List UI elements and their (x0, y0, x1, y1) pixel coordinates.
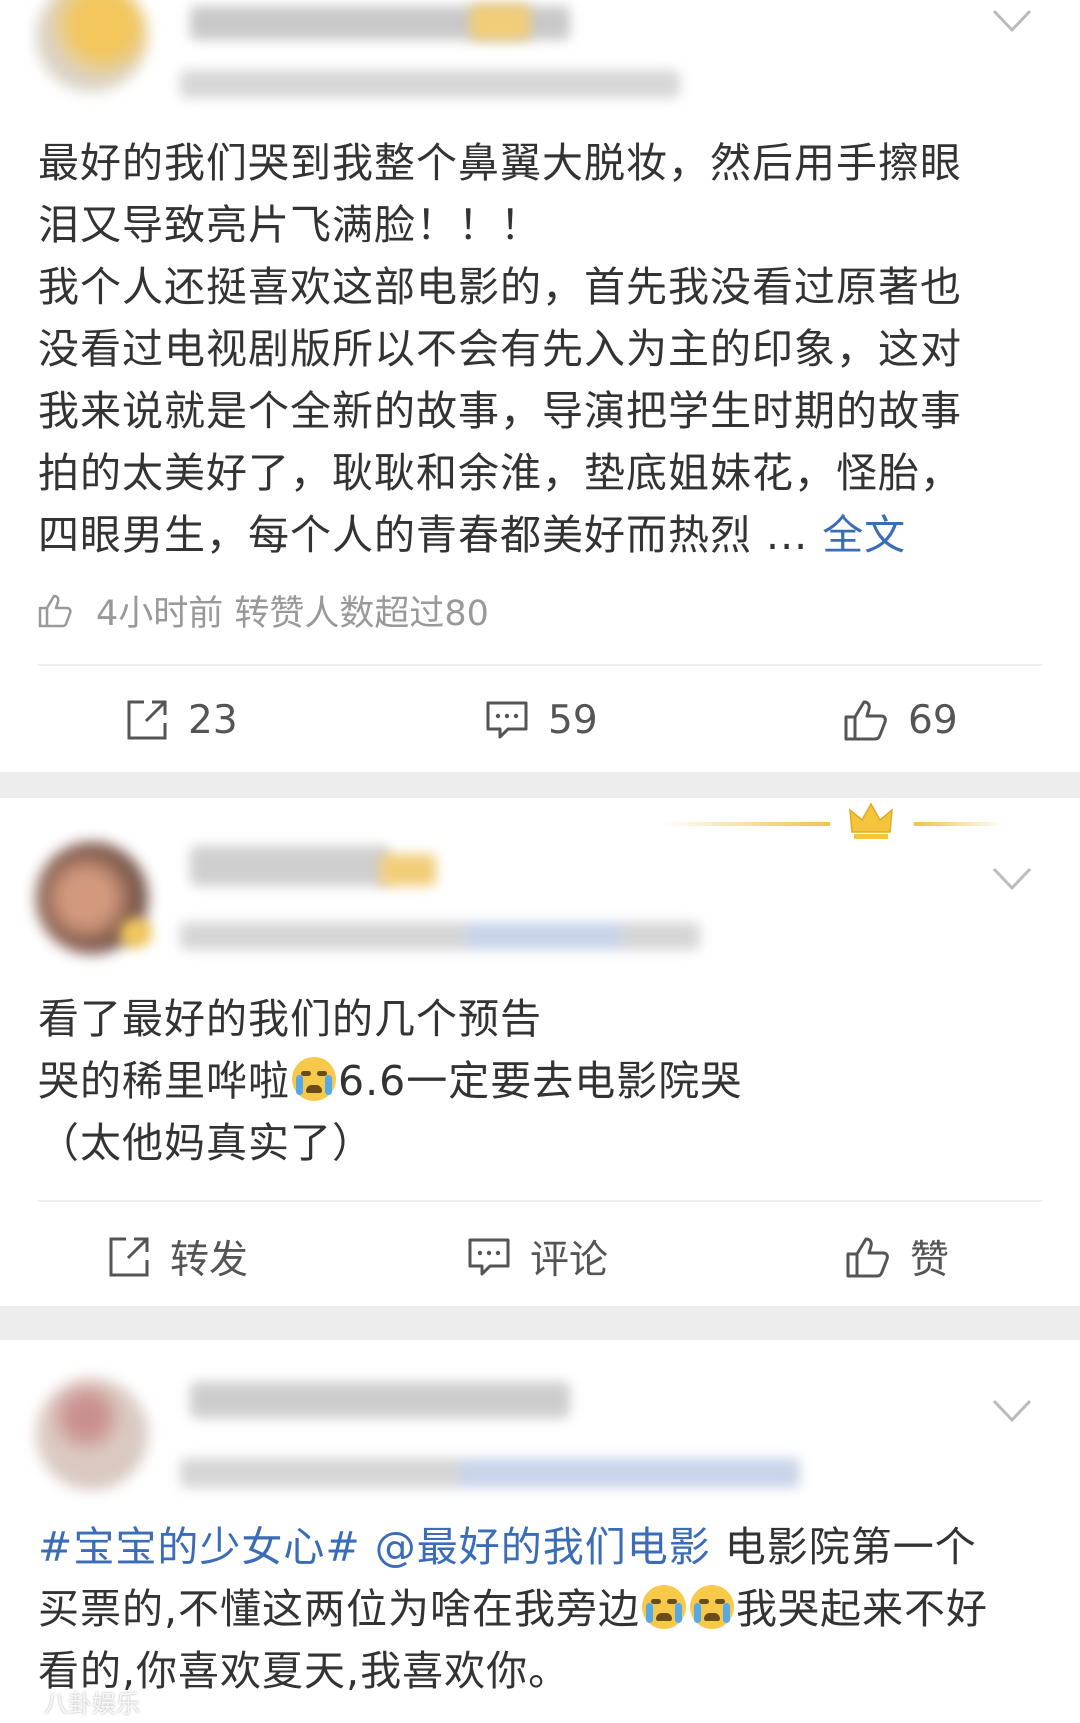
action-bar: 23 59 69 (0, 675, 1080, 765)
post-text-line: 哭的稀里哗啦 6.6一定要去电影院哭 (38, 1050, 1038, 1112)
like-button[interactable]: 69 (842, 675, 958, 765)
post-text-line: 没看过电视剧版所以不会有先入为主的印象，这对 (38, 325, 962, 373)
repost-icon (109, 1237, 149, 1277)
crying-emoji-icon (292, 1057, 336, 1101)
repost-count: 23 (188, 697, 238, 743)
repost-icon (127, 700, 167, 740)
post-text-segment: 电影院第一个 (710, 1523, 977, 1571)
read-more-link[interactable]: 全文 (822, 511, 906, 559)
repost-button[interactable]: 23 (124, 675, 238, 765)
like-button[interactable]: 赞 (844, 1212, 949, 1302)
post-source-blurred (180, 922, 700, 950)
divider (38, 664, 1042, 666)
like-count: 69 (908, 697, 958, 743)
post-3: #宝宝的少女心# @最好的我们电影 电影院第一个 买票的,不懂这两位为啥在我旁边… (0, 1340, 1080, 1723)
like-icon (844, 700, 887, 741)
post-body: 看了最好的我们的几个预告 哭的稀里哗啦 6.6一定要去电影院哭 （太他妈真实了） (38, 988, 1038, 1174)
like-label: 赞 (910, 1238, 950, 1283)
post-text-line: 买票的,不懂这两位为啥在我旁边 我哭起来不好 (38, 1578, 1038, 1640)
vip-badge-blurred (120, 918, 152, 948)
post-text-line-end: 四眼男生，每个人的青春都美好而热烈 ... (38, 511, 809, 559)
comment-button[interactable]: 评论 (466, 1212, 608, 1302)
post-text-line: （太他妈真实了） (38, 1119, 374, 1167)
comment-icon (486, 701, 528, 739)
post-body: #宝宝的少女心# @最好的我们电影 电影院第一个 买票的,不懂这两位为啥在我旁边… (38, 1516, 1038, 1702)
post-text-segment: 6.6一定要去电影院哭 (338, 1057, 743, 1105)
post-text-line: 我个人还挺喜欢这部电影的，首先我没看过原著也 (38, 263, 962, 311)
repost-label: 转发 (170, 1238, 249, 1283)
watermark-logo-icon (7, 1692, 37, 1711)
post-source-blurred (180, 70, 680, 98)
like-icon[interactable] (36, 590, 76, 630)
hashtag-link[interactable]: #宝宝的少女心# (38, 1523, 361, 1571)
post-meta-text: 4小时前 转赞人数超过80 (96, 593, 489, 634)
laugh-cry-emoji-icon (690, 1585, 735, 1629)
post-text-line: 最好的我们哭到我整个鼻翼大脱妆，然后用手擦眼 (38, 139, 962, 187)
comment-count: 59 (548, 697, 598, 743)
post-text-line: 泪又导致亮片飞满脸！！！ (38, 201, 542, 249)
feed-separator (0, 1306, 1080, 1340)
like-icon (846, 1237, 889, 1278)
mention-link[interactable]: @最好的我们电影 (375, 1523, 711, 1571)
post-1: 最好的我们哭到我整个鼻翼大脱妆，然后用手擦眼 泪又导致亮片飞满脸！！！ 我个人还… (0, 0, 1080, 772)
divider (38, 1200, 1042, 1202)
post-text-line: 四眼男生，每个人的青春都美好而热烈 ... 全文 (38, 504, 1038, 566)
avatar[interactable] (36, 1378, 148, 1490)
chevron-down-icon[interactable] (992, 8, 1032, 34)
action-bar: 转发 评论 赞 (0, 1212, 1080, 1302)
repost-button[interactable]: 转发 (106, 1212, 248, 1302)
username-blurred[interactable] (190, 1382, 570, 1418)
post-source-blurred (180, 1458, 800, 1488)
chevron-down-icon[interactable] (992, 1398, 1032, 1424)
post-2: 看了最好的我们的几个预告 哭的稀里哗啦 6.6一定要去电影院哭 （太他妈真实了） … (0, 798, 1080, 1306)
laugh-cry-emoji-icon (642, 1585, 687, 1629)
post-body: 最好的我们哭到我整个鼻翼大脱妆，然后用手擦眼 泪又导致亮片飞满脸！！！ 我个人还… (38, 132, 1038, 566)
crown-decoration-line-right (914, 822, 1004, 826)
chevron-down-icon[interactable] (992, 866, 1032, 892)
post-text-line: 我来说就是个全新的故事，导演把学生时期的故事 (38, 387, 962, 435)
post-text-line: 看的,你喜欢夏天,我喜欢你。 (38, 1647, 571, 1695)
avatar[interactable] (36, 0, 148, 92)
crown-icon (849, 802, 893, 839)
post-text-line: #宝宝的少女心# @最好的我们电影 电影院第一个 (38, 1516, 1038, 1578)
comment-icon (468, 1238, 510, 1276)
username-blurred[interactable] (190, 846, 390, 886)
watermark-text: 八卦娱乐 (44, 1690, 140, 1718)
feed-separator (0, 772, 1080, 798)
post-text-segment: 哭的稀里哗啦 (38, 1057, 290, 1105)
comment-button[interactable]: 59 (484, 675, 598, 765)
comment-label: 评论 (530, 1238, 609, 1283)
post-text-segment: 买票的,不懂这两位为啥在我旁边 (38, 1585, 641, 1633)
post-text-line: 拍的太美好了，耿耿和余淮，垫底姐妹花，怪胎， (38, 449, 962, 497)
watermark: 八卦娱乐 (6, 1684, 140, 1719)
post-text-segment: 我哭起来不好 (736, 1585, 989, 1633)
crown-decoration-line-left (660, 822, 830, 826)
post-text-line: 看了最好的我们的几个预告 (38, 995, 542, 1043)
vip-badge-blurred (470, 4, 530, 40)
post-meta: 4小时前 转赞人数超过80 (36, 585, 489, 635)
vip-badge-blurred (380, 854, 436, 886)
